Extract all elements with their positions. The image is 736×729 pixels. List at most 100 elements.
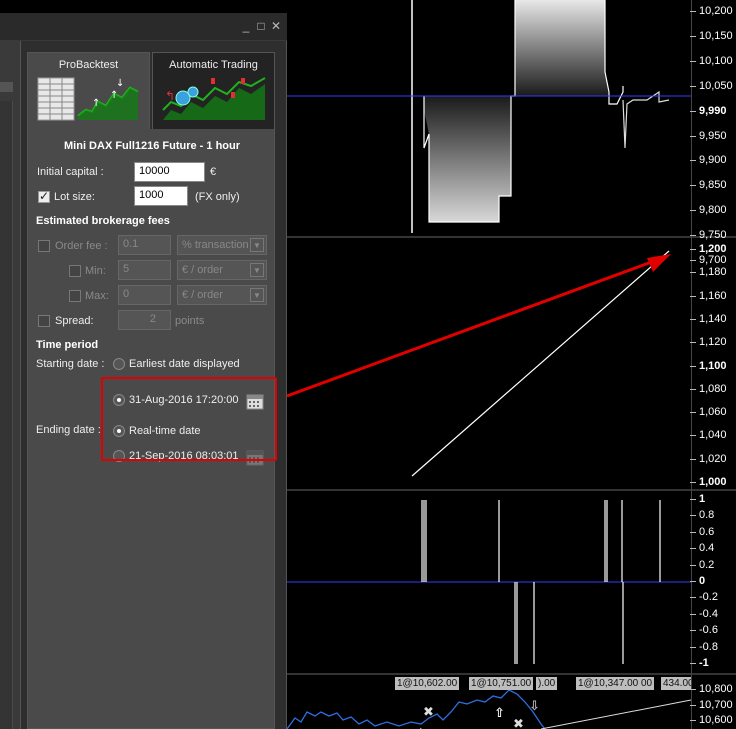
order-fee-checkbox[interactable]: [38, 240, 50, 252]
axis-tick-label: 1,120: [699, 336, 727, 349]
annotation-arrow: [287, 258, 658, 398]
axis-tick: [690, 689, 696, 690]
axis-tick-label: 0.2: [699, 558, 715, 571]
highlight-box: [101, 377, 277, 461]
axis-tick-label: 1,020: [699, 452, 727, 465]
short-position-bars: [514, 582, 624, 664]
svg-text:✖: ✖: [423, 705, 434, 720]
minimize-icon[interactable]: _: [240, 20, 252, 32]
price-line: [287, 689, 546, 729]
axis-tick-label: -0.4: [699, 607, 718, 620]
order-label: 1@10,602.00: [395, 677, 460, 690]
axis-tick: [690, 663, 696, 664]
axis-tick: [690, 85, 696, 87]
automatic-trading-icon: ↰: [162, 77, 266, 120]
axis-tick: [690, 135, 696, 137]
axis-tick: [690, 260, 696, 261]
axis-tick: [690, 704, 696, 706]
axis-tick-label: -0.6: [699, 624, 718, 637]
axis-tick-label: 9,900: [699, 154, 727, 167]
axis-tick: [690, 60, 696, 62]
min-fee-input[interactable]: 5: [118, 260, 171, 280]
axis-tick: [690, 435, 696, 437]
arrow-head-icon: [647, 254, 671, 272]
axis-tick: [690, 564, 696, 566]
spread-checkbox[interactable]: [38, 315, 50, 327]
axis-tick: [690, 581, 696, 582]
order-label: 434.00: [661, 677, 691, 690]
axis-tick: [690, 646, 696, 648]
axis-tick: [690, 342, 696, 344]
lot-size-label: Lot size:: [54, 191, 95, 203]
svg-text:✖: ✖: [513, 717, 524, 729]
axis-tick-label: 10,700: [699, 698, 733, 711]
axis-tick: [690, 613, 696, 615]
initial-capital-label: Initial capital :: [37, 166, 104, 178]
lot-size-checkbox[interactable]: [38, 189, 50, 203]
spread-stepper[interactable]: 2: [118, 310, 171, 330]
axis-tick: [690, 295, 696, 297]
axis-tick-label: 1,180: [699, 266, 727, 279]
axis-tick-label: 10,200: [699, 5, 733, 17]
chart-area: ✖ ✖ ⇧ ⇩ ▲ 1@10,602.00 1@10,751.00 ).00 1…: [287, 0, 736, 729]
svg-text:⇧: ⇧: [494, 706, 505, 721]
long-position-bars: [421, 500, 661, 582]
axis-tick-label: -0.2: [699, 591, 718, 604]
maximize-icon[interactable]: □: [255, 20, 267, 32]
axis-tick-label: 1,060: [699, 406, 727, 419]
axis-tick-label: -0.8: [699, 640, 718, 653]
axis-tick: [690, 365, 696, 367]
initial-capital-input[interactable]: 10000: [134, 162, 205, 182]
order-fee-unit-select[interactable]: % transaction ▼: [177, 235, 267, 255]
axis-tick-label: 0.4: [699, 542, 715, 555]
axis-tick-label: 10,800: [699, 683, 733, 695]
order-fee-input[interactable]: 0.1: [118, 235, 171, 255]
order-label: ).00: [536, 677, 558, 690]
side-panel: [0, 41, 21, 729]
axis-tick-label: 1,100: [699, 359, 727, 372]
tab-automatic-trading[interactable]: Automatic Trading ↰: [152, 52, 275, 129]
axis-tick: [690, 185, 696, 187]
svg-text:↑: ↑: [92, 98, 100, 109]
max-fee-checkbox[interactable]: [69, 290, 81, 302]
axis-tick: [690, 597, 696, 599]
axis-tick-label: 10,600: [699, 714, 733, 726]
ending-date-label: Ending date :: [36, 424, 101, 436]
currency-symbol: €: [210, 166, 217, 178]
loss-area: [424, 96, 511, 222]
axis-tick-label: 1,160: [699, 289, 727, 302]
tab-automatic-trading-label: Automatic Trading: [169, 59, 258, 71]
axis-tick-label: 9,700: [699, 254, 727, 266]
min-fee-unit-value: € / order: [182, 264, 223, 276]
axis-tick: [690, 482, 696, 483]
axis-tick: [690, 458, 696, 460]
axis-tick: [690, 412, 696, 414]
probacktest-window: _ □ ✕ ProBacktest ↑ ↑ ↓ Automatic Tradin…: [0, 13, 287, 729]
max-fee-unit-select[interactable]: € / order ▼: [177, 285, 267, 305]
min-fee-label: Min:: [85, 265, 106, 277]
side-panel-body: [0, 101, 13, 729]
axis-tick: [690, 249, 696, 250]
svg-text:↓: ↓: [116, 78, 124, 89]
max-fee-input[interactable]: 0: [118, 285, 171, 305]
chart-canvas: ✖ ✖ ⇧ ⇩ ▲: [287, 0, 692, 729]
axis-tick-label: 1,000: [699, 476, 727, 488]
projection-line: [540, 699, 692, 729]
order-fee-unit-value: % transaction: [182, 239, 249, 251]
axis-tick: [690, 11, 696, 12]
min-fee-checkbox[interactable]: [69, 265, 81, 277]
axis-tick-label: 10,100: [699, 54, 733, 67]
max-fee-unit-value: € / order: [182, 289, 223, 301]
axis-tick-label: 10,050: [699, 79, 733, 92]
order-fee-label: Order fee :: [55, 240, 108, 252]
axis-tick: [690, 630, 696, 632]
axis-tick-label: 10,150: [699, 29, 733, 42]
tab-probacktest[interactable]: ProBacktest ↑ ↑ ↓: [27, 52, 150, 129]
earliest-date-radio[interactable]: [113, 358, 125, 370]
svg-text:⇩: ⇩: [529, 699, 540, 714]
close-icon[interactable]: ✕: [270, 20, 282, 32]
svg-text:↑: ↑: [110, 90, 118, 101]
side-panel-header: [0, 82, 13, 92]
lot-size-input[interactable]: 1000: [134, 186, 188, 206]
min-fee-unit-select[interactable]: € / order ▼: [177, 260, 267, 280]
